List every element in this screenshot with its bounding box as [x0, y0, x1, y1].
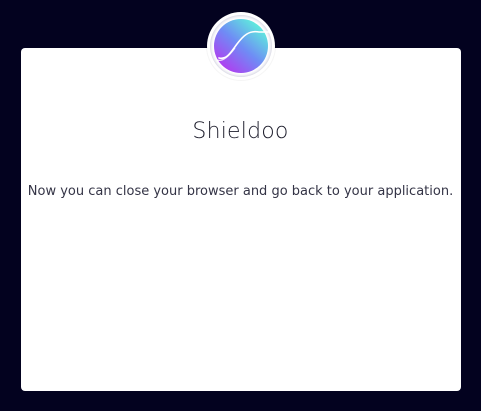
page-title: Shieldoo	[192, 119, 289, 144]
content-card	[21, 48, 461, 391]
shieldoo-logo-icon	[210, 15, 272, 77]
close-browser-message: Now you can close your browser and go ba…	[27, 184, 454, 199]
logo-badge	[207, 12, 275, 80]
